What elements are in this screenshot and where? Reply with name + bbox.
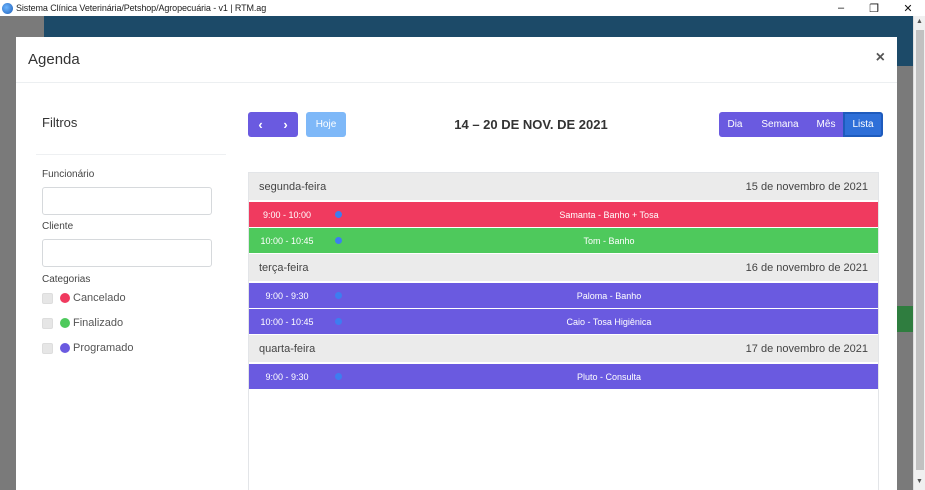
app-icon — [2, 2, 13, 14]
view-semana-button[interactable]: Semana — [751, 112, 809, 137]
scroll-up-icon[interactable]: ▲ — [916, 18, 923, 25]
day-header: segunda-feira 15 de novembro de 2021 — [249, 173, 878, 200]
category-color-dot — [60, 318, 70, 328]
category-filter-item[interactable]: Programado — [42, 342, 134, 354]
event-title: Tom - Banho — [583, 236, 635, 246]
date-range-title: 14 – 20 DE NOV. DE 2021 — [454, 117, 608, 132]
day-name: terça-feira — [259, 262, 309, 274]
day-date: 16 de novembro de 2021 — [745, 262, 868, 274]
minimize-button[interactable]: – — [826, 0, 856, 16]
category-color-dot — [60, 293, 70, 303]
category-checkbox[interactable] — [42, 292, 53, 304]
modal-header: Agenda × — [16, 37, 897, 83]
day-name: quarta-feira — [259, 343, 316, 355]
event-time: 9:00 - 9:30 — [265, 291, 309, 301]
view-lista-button[interactable]: Lista — [843, 112, 883, 137]
event-dot-icon — [335, 292, 342, 299]
event-row[interactable]: 10:00 - 10:45 Tom - Banho — [249, 228, 878, 253]
category-checkbox[interactable] — [42, 317, 53, 329]
event-list: segunda-feira 15 de novembro de 2021 9:00 … — [248, 172, 879, 490]
event-title: Samanta - Banho + Tosa — [559, 210, 659, 220]
background-button — [897, 306, 913, 332]
event-time: 10:00 - 10:45 — [260, 317, 314, 327]
today-button[interactable]: Hoje — [306, 112, 346, 137]
category-filter-item[interactable]: Cancelado — [42, 292, 126, 304]
page-scrollbar[interactable]: ▲ ▼ — [913, 16, 925, 490]
close-window-button[interactable]: ✕ — [893, 0, 923, 16]
day-name: segunda-feira — [259, 181, 327, 193]
modal-close-icon[interactable]: × — [876, 49, 885, 67]
window-title: Sistema Clínica Veterinária/Petshop/Agro… — [16, 3, 267, 13]
category-label: Cancelado — [73, 292, 126, 304]
event-row[interactable]: 9:00 - 9:30 Paloma - Banho — [249, 283, 878, 308]
day-header: terça-feira 16 de novembro de 2021 — [249, 254, 878, 281]
scroll-thumb[interactable] — [916, 30, 924, 470]
agenda-modal: Agenda × Filtros Funcionário Cliente Cat… — [16, 37, 897, 490]
category-label: Finalizado — [73, 317, 124, 329]
scroll-down-icon[interactable]: ▼ — [916, 478, 923, 485]
view-dia-button[interactable]: Dia — [719, 112, 751, 137]
event-dot-icon — [335, 211, 342, 218]
client-input[interactable] — [42, 239, 212, 267]
categories-label: Categorias — [42, 274, 91, 285]
restore-button[interactable]: ❐ — [859, 0, 889, 16]
event-dot-icon — [335, 373, 342, 380]
view-mes-button[interactable]: Mês — [809, 112, 843, 137]
prev-week-button[interactable]: ‹ — [248, 112, 273, 137]
day-header: quarta-feira 17 de novembro de 2021 — [249, 335, 878, 362]
view-switcher: Dia Semana Mês Lista — [719, 112, 883, 137]
sidebar-divider — [36, 154, 226, 155]
day-date: 15 de novembro de 2021 — [745, 181, 868, 193]
event-time: 9:00 - 10:00 — [262, 210, 312, 220]
category-checkbox[interactable] — [42, 342, 53, 354]
category-color-dot — [60, 343, 70, 353]
employee-input[interactable] — [42, 187, 212, 215]
event-row[interactable]: 9:00 - 10:00 Samanta - Banho + Tosa — [249, 202, 878, 227]
event-dot-icon — [335, 237, 342, 244]
event-time: 10:00 - 10:45 — [260, 236, 314, 246]
category-label: Programado — [73, 342, 134, 354]
event-row[interactable]: 10:00 - 10:45 Caio - Tosa Higiênica — [249, 309, 878, 334]
filters-title: Filtros — [42, 115, 78, 130]
day-date: 17 de novembro de 2021 — [745, 343, 868, 355]
window-titlebar: Sistema Clínica Veterinária/Petshop/Agro… — [0, 0, 925, 16]
next-week-button[interactable]: › — [273, 112, 298, 137]
category-filter-item[interactable]: Finalizado — [42, 317, 123, 329]
event-dot-icon — [335, 318, 342, 325]
modal-title: Agenda — [28, 51, 80, 68]
employee-label: Funcionário — [42, 169, 95, 180]
event-title: Caio - Tosa Higiênica — [566, 317, 652, 327]
client-label: Cliente — [42, 221, 74, 232]
event-row[interactable]: 9:00 - 9:30 Pluto - Consulta — [249, 364, 878, 389]
event-time: 9:00 - 9:30 — [265, 372, 309, 382]
event-title: Pluto - Consulta — [576, 372, 642, 382]
event-title: Paloma - Banho — [576, 291, 642, 301]
nav-buttons: ‹ › — [248, 112, 298, 137]
